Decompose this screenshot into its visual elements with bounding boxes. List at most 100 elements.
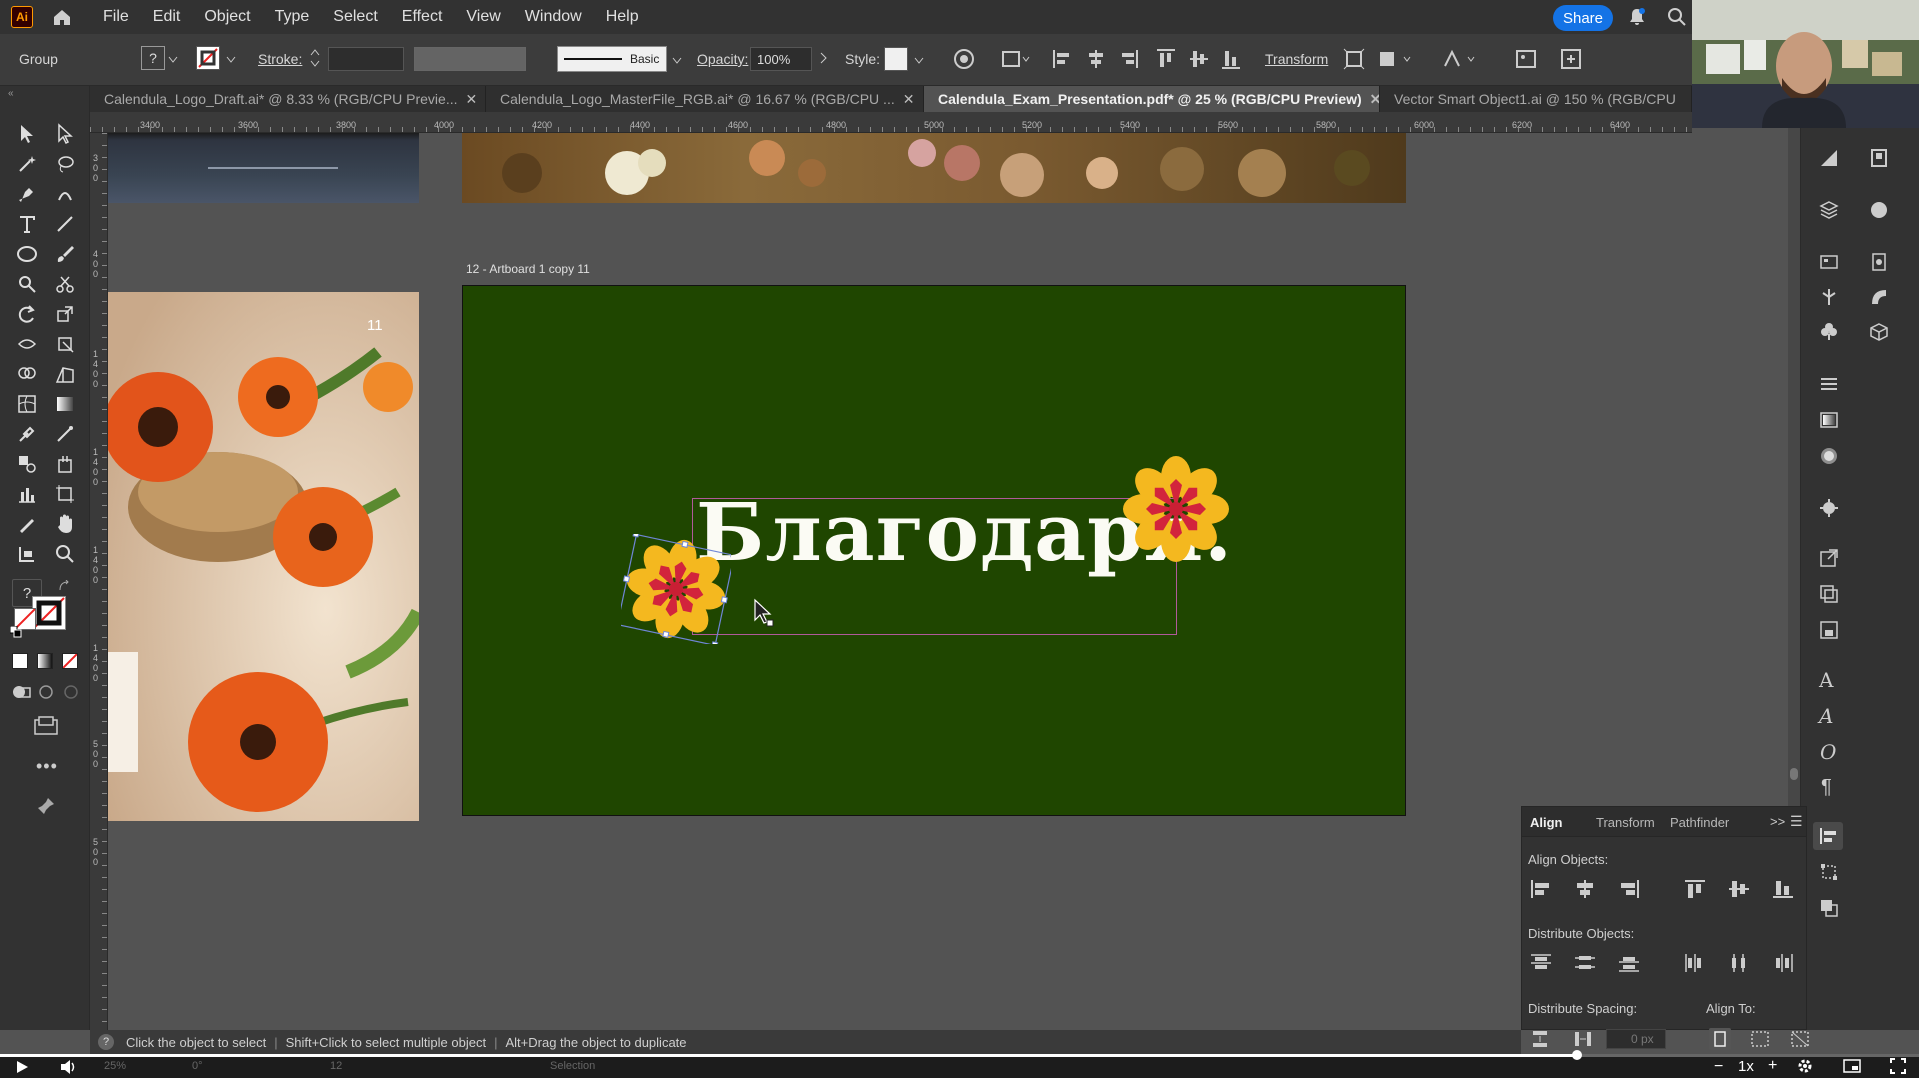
draw-behind-icon[interactable] xyxy=(37,683,57,704)
isolate-group-icon[interactable] xyxy=(1343,48,1365,73)
gradient-tool-icon[interactable] xyxy=(50,390,80,418)
menu-window[interactable]: Window xyxy=(525,8,582,26)
export-panel-icon[interactable] xyxy=(1819,548,1839,571)
opacity-label[interactable]: Opacity: xyxy=(697,51,748,67)
tab-transform[interactable]: Transform xyxy=(1596,815,1655,830)
edit-toolbar-icon[interactable]: ••• xyxy=(36,756,58,777)
opentype-panel-icon[interactable]: O xyxy=(1820,740,1836,764)
menu-type[interactable]: Type xyxy=(275,8,310,26)
gradient-mode-icon[interactable] xyxy=(37,653,53,669)
play-icon[interactable] xyxy=(15,1060,29,1077)
scissors-tool-icon[interactable] xyxy=(50,270,80,298)
align-top-edge-icon[interactable] xyxy=(1684,879,1706,899)
rotation-value[interactable]: 0° xyxy=(192,1060,203,1072)
shaper-tool-icon[interactable] xyxy=(12,270,42,298)
align-to-key-object-icon[interactable] xyxy=(1749,1029,1771,1049)
image-trace-icon[interactable] xyxy=(1515,48,1537,73)
live-paint-bucket-icon[interactable] xyxy=(50,450,80,478)
screen-mode-icon[interactable] xyxy=(33,715,61,740)
close-icon[interactable]: ✕ xyxy=(903,91,915,107)
brush-definition[interactable]: Basic xyxy=(557,46,667,72)
tab-pathfinder[interactable]: Pathfinder xyxy=(1670,815,1729,830)
transform-link[interactable]: Transform xyxy=(1265,51,1328,67)
libraries-panel-icon[interactable] xyxy=(1869,148,1889,171)
more-options-icon[interactable] xyxy=(1560,48,1582,73)
opacity-input[interactable]: 100% xyxy=(750,47,812,71)
artboard-flowers-banner[interactable] xyxy=(462,133,1406,203)
stroke-panel-icon[interactable] xyxy=(1819,374,1839,397)
symbols-panel-icon[interactable] xyxy=(1819,322,1839,345)
properties-panel-icon[interactable] xyxy=(1819,148,1839,171)
playback-speed[interactable]: 1x xyxy=(1738,1058,1754,1075)
distribute-top-icon[interactable] xyxy=(1530,953,1552,973)
artboard-partial-top-left[interactable] xyxy=(108,133,419,203)
minus-icon[interactable]: − xyxy=(1714,1058,1723,1076)
align-top-icon[interactable] xyxy=(1155,48,1177,73)
artboards-panel-icon[interactable] xyxy=(1819,252,1839,275)
menu-help[interactable]: Help xyxy=(606,8,639,26)
transparency-panel-icon[interactable] xyxy=(1819,446,1839,469)
type-tool-icon[interactable] xyxy=(12,210,42,238)
mesh-tool-icon[interactable] xyxy=(12,390,42,418)
artboard-thank-you[interactable]: Благодаря. xyxy=(462,285,1406,816)
chevron-down-icon[interactable] xyxy=(226,52,236,67)
character-panel-icon[interactable]: A xyxy=(1819,668,1833,692)
stroke-weight-stepper[interactable] xyxy=(310,47,320,72)
paintbrush-tool-icon[interactable] xyxy=(50,240,80,268)
artboard-calendula-photo[interactable]: 11 xyxy=(108,292,419,821)
stroke-swatch[interactable] xyxy=(196,46,220,70)
distribute-left-icon[interactable] xyxy=(1684,953,1706,973)
menu-object[interactable]: Object xyxy=(204,8,250,26)
miniplayer-icon[interactable] xyxy=(1843,1058,1861,1077)
column-graph-tool-icon[interactable] xyxy=(12,480,42,508)
align-left-edge-icon[interactable] xyxy=(1530,879,1552,899)
artboard-number[interactable]: 12 xyxy=(330,1060,342,1072)
variable-width-profile[interactable] xyxy=(414,47,526,71)
spacing-input[interactable]: 0 px xyxy=(1606,1029,1666,1049)
expand-icon[interactable]: >> xyxy=(1770,814,1785,829)
tab-calendula-exam-presentation[interactable]: Calendula_Exam_Presentation.pdf* @ 25 % … xyxy=(924,86,1380,112)
fill-swatch[interactable]: ? xyxy=(141,46,165,70)
pathfinder-panel-icon[interactable] xyxy=(1819,898,1839,921)
puppet-panel-icon[interactable] xyxy=(1819,287,1839,310)
measure-tool-icon[interactable] xyxy=(50,420,80,448)
vertical-ruler[interactable]: 300 400 1400 1400 1400 1400 500 500 xyxy=(90,133,108,1033)
ellipse-tool-icon[interactable] xyxy=(12,240,42,268)
links-panel-icon[interactable] xyxy=(1819,584,1839,607)
align-right-edge-icon[interactable] xyxy=(1618,879,1640,899)
stroke-label[interactable]: Stroke: xyxy=(258,51,302,67)
tab-calendula-logo-draft[interactable]: Calendula_Logo_Draft.ai* @ 8.33 % (RGB/C… xyxy=(90,86,486,112)
pin-icon[interactable] xyxy=(36,796,56,819)
notifications-icon[interactable] xyxy=(1627,7,1647,30)
align-horizontal-center-icon[interactable] xyxy=(1574,879,1596,899)
magic-wand-tool-icon[interactable] xyxy=(12,150,42,178)
scale-tool-icon[interactable] xyxy=(50,300,80,328)
character-styles-icon[interactable]: A xyxy=(1819,704,1833,728)
close-icon[interactable]: ✕ xyxy=(466,91,478,107)
chevron-down-icon[interactable] xyxy=(914,53,924,68)
video-progress-track[interactable] xyxy=(0,1054,1919,1057)
swap-fill-stroke-icon[interactable] xyxy=(58,579,72,597)
print-tiling-tool-icon[interactable] xyxy=(12,540,42,568)
asset-export-icon[interactable] xyxy=(1869,252,1889,275)
video-scrubber-handle[interactable] xyxy=(1572,1050,1582,1060)
menu-view[interactable]: View xyxy=(466,8,500,26)
close-icon[interactable]: ✕ xyxy=(1370,91,1379,107)
none-mode-icon[interactable] xyxy=(62,653,78,669)
artboard-tool-icon[interactable] xyxy=(50,480,80,508)
fullscreen-icon[interactable] xyxy=(1890,1058,1906,1077)
width-tool-icon[interactable] xyxy=(12,330,42,358)
align-bottom-edge-icon[interactable] xyxy=(1772,879,1794,899)
distribute-horizontal-space-icon[interactable] xyxy=(1573,1029,1595,1049)
curvature-tool-icon[interactable] xyxy=(50,180,80,208)
draw-normal-icon[interactable] xyxy=(12,683,32,704)
puppet-warp-icon[interactable] xyxy=(1442,48,1478,73)
align-vcenter-icon[interactable] xyxy=(1188,48,1210,73)
panel-menu-icon[interactable]: ☰ xyxy=(1790,813,1803,830)
image-trace-panel-icon[interactable] xyxy=(1819,620,1839,643)
recolor-artwork-icon[interactable] xyxy=(953,48,975,73)
selection-tool-icon[interactable] xyxy=(12,120,42,148)
tab-calendula-logo-masterfile[interactable]: Calendula_Logo_MasterFile_RGB.ai* @ 16.6… xyxy=(486,86,924,112)
shape-builder-tool-icon[interactable] xyxy=(12,360,42,388)
align-hcenter-icon[interactable] xyxy=(1086,48,1106,73)
